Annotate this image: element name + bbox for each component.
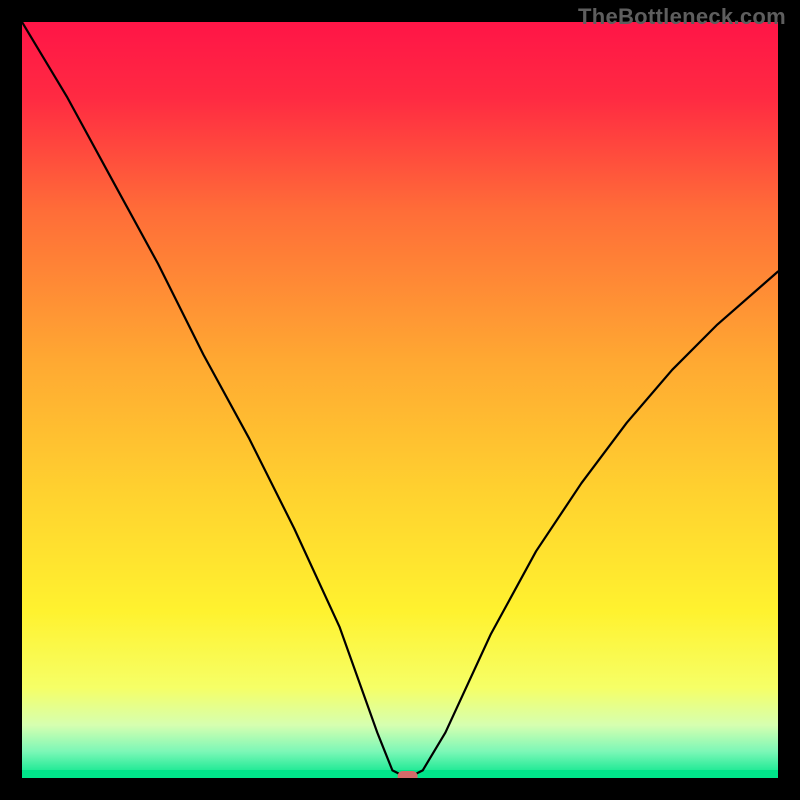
chart-svg [22, 22, 778, 778]
chart-frame: TheBottleneck.com [0, 0, 800, 800]
watermark-text: TheBottleneck.com [578, 4, 786, 30]
plot-area [22, 22, 778, 778]
min-marker [398, 771, 418, 778]
gradient-background [22, 22, 778, 778]
